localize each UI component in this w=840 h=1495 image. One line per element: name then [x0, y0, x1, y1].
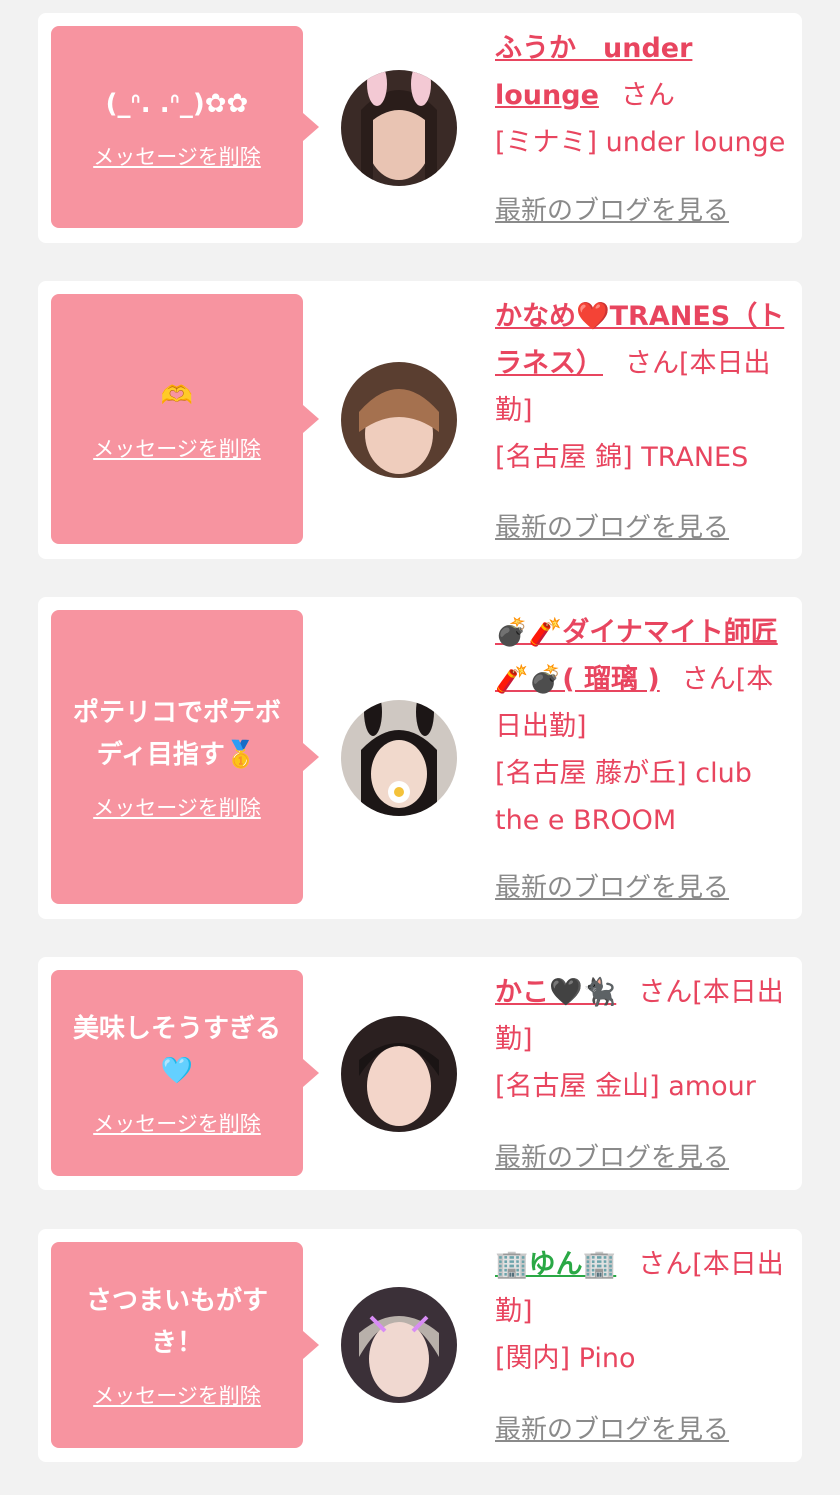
message-bubble: さつまいもがすき！ メッセージを削除: [51, 1242, 319, 1448]
avatar[interactable]: [341, 362, 457, 478]
latest-blog-link[interactable]: 最新のブログを見る: [495, 190, 729, 227]
sender-info: ふうか under lounge さん [ミナミ] under lounge: [495, 25, 795, 166]
sender-suffix: さん: [620, 80, 675, 111]
sender-name-link[interactable]: かこ🖤🐈‍⬛: [495, 977, 616, 1008]
latest-blog-link[interactable]: 最新のブログを見る: [495, 867, 729, 904]
message-card: (_ᐢ. .ᐢ_)✿✿ メッセージを削除 ふうか under lounge さん …: [38, 13, 802, 243]
message-text: ポテリコでポテボディ目指す🥇: [72, 698, 281, 770]
avatar[interactable]: [341, 1287, 457, 1403]
sender-info: 💣🧨ダイナマイト師匠🧨💣( 瑠璃 ) さん[本日出勤] [名古屋 藤が丘] clu…: [495, 609, 795, 844]
avatar[interactable]: [341, 1016, 457, 1132]
sender-info: かなめ❤️TRANES（トラネス） さん[本日出勤] [名古屋 錦] TRANES: [495, 293, 795, 481]
message-card: ポテリコでポテボディ目指す🥇 メッセージを削除 💣🧨ダイナマイト師匠🧨💣( 瑠璃…: [38, 597, 802, 919]
message-text: 🫶: [160, 381, 194, 411]
message-bubble: 美味しそうすぎる🩵 メッセージを削除: [51, 970, 319, 1176]
message-bubble: 🫶 メッセージを削除: [51, 294, 319, 544]
avatar[interactable]: [341, 70, 457, 186]
sender-info: かこ🖤🐈‍⬛ さん[本日出勤] [名古屋 金山] amour: [495, 969, 795, 1110]
shop-name: [名古屋 藤が丘] club the e BROOM: [495, 758, 752, 836]
message-bubble: ポテリコでポテボディ目指す🥇 メッセージを削除: [51, 610, 319, 904]
shop-name: [名古屋 錦] TRANES: [495, 442, 749, 473]
latest-blog-link[interactable]: 最新のブログを見る: [495, 1409, 729, 1446]
delete-message-link[interactable]: メッセージを削除: [93, 1380, 261, 1410]
shop-name: [ミナミ] under lounge: [495, 127, 786, 158]
delete-message-link[interactable]: メッセージを削除: [93, 141, 261, 171]
message-card: さつまいもがすき！ メッセージを削除 🏢ゆん🏢 さん[本日出勤] [関内] Pin…: [38, 1229, 802, 1462]
avatar[interactable]: [341, 700, 457, 816]
shop-name: [関内] Pino: [495, 1343, 636, 1374]
message-text: さつまいもがすき！: [85, 1286, 268, 1358]
message-text: 美味しそうすぎる🩵: [72, 1014, 281, 1086]
message-text: (_ᐢ. .ᐢ_)✿✿: [105, 89, 249, 119]
message-bubble: (_ᐢ. .ᐢ_)✿✿ メッセージを削除: [51, 26, 319, 228]
sender-name-link[interactable]: 🏢ゆん🏢: [495, 1249, 616, 1280]
message-card: 🫶 メッセージを削除 かなめ❤️TRANES（トラネス） さん[本日出勤] [名古…: [38, 281, 802, 559]
delete-message-link[interactable]: メッセージを削除: [93, 1108, 261, 1138]
shop-name: [名古屋 金山] amour: [495, 1071, 756, 1102]
delete-message-link[interactable]: メッセージを削除: [93, 433, 261, 463]
latest-blog-link[interactable]: 最新のブログを見る: [495, 1137, 729, 1174]
delete-message-link[interactable]: メッセージを削除: [93, 792, 261, 822]
message-card: 美味しそうすぎる🩵 メッセージを削除 かこ🖤🐈‍⬛ さん[本日出勤] [名古屋 金…: [38, 957, 802, 1190]
sender-info: 🏢ゆん🏢 さん[本日出勤] [関内] Pino: [495, 1241, 795, 1382]
latest-blog-link[interactable]: 最新のブログを見る: [495, 507, 729, 544]
